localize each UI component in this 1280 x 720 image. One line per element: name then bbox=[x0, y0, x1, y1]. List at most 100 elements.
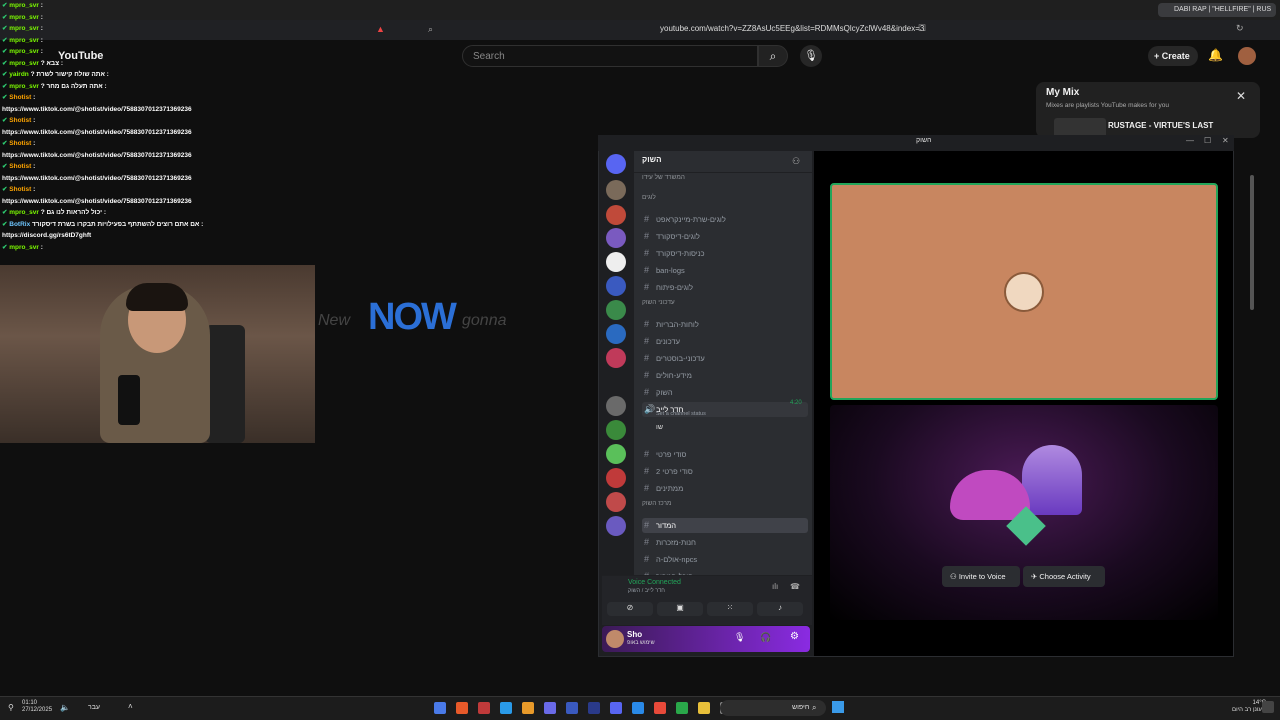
chat-username[interactable]: Shotist bbox=[9, 140, 31, 147]
chat-username[interactable]: yairdn bbox=[9, 71, 29, 78]
chat-username[interactable]: Shotist bbox=[9, 163, 31, 170]
channel-item[interactable]: # סודי פרטי 2 bbox=[642, 464, 808, 479]
server-icon-selected[interactable] bbox=[606, 396, 626, 416]
search-button[interactable]: ⌕ bbox=[758, 45, 788, 67]
chat-username[interactable]: Shotist bbox=[9, 117, 31, 124]
channel-category[interactable]: לוגים bbox=[642, 194, 656, 201]
server-icon-1[interactable] bbox=[606, 180, 626, 200]
chat-username[interactable]: mpro_svr bbox=[9, 37, 39, 44]
channel-category[interactable]: מרכז השוק bbox=[642, 500, 671, 507]
create-button[interactable]: + Create bbox=[1148, 46, 1198, 66]
soundboard-button[interactable]: ♪ bbox=[757, 602, 803, 616]
server-icon-5[interactable] bbox=[606, 276, 626, 296]
server-icon-13[interactable] bbox=[606, 516, 626, 536]
server-icon-3[interactable] bbox=[606, 228, 626, 248]
activities-button[interactable]: ⁙ bbox=[707, 602, 753, 616]
channel-item[interactable]: # מידע-חולים bbox=[642, 368, 808, 383]
voice-connected-label[interactable]: Voice Connected bbox=[628, 579, 681, 586]
taskbar-app-icon[interactable] bbox=[456, 702, 468, 714]
taskbar-app-icon[interactable] bbox=[654, 702, 666, 714]
taskbar-app-icon[interactable] bbox=[566, 702, 578, 714]
maximize-icon[interactable]: ☐ bbox=[1204, 136, 1211, 145]
channel-item[interactable]: # כניסות-דיסקורד bbox=[642, 246, 808, 261]
server-icon-9[interactable] bbox=[606, 420, 626, 440]
zoom-icon[interactable]: ⌕ bbox=[428, 24, 433, 35]
voice-user[interactable]: שו bbox=[656, 424, 663, 431]
language-indicator[interactable]: עבר bbox=[88, 704, 100, 711]
search-input[interactable]: Search bbox=[462, 45, 758, 67]
screenshare-button[interactable]: ▣ bbox=[657, 602, 703, 616]
channel-item[interactable]: # לוגים-פיתוח bbox=[642, 280, 808, 295]
server-icon-home[interactable] bbox=[606, 154, 626, 174]
close-window-icon[interactable]: ✕ bbox=[1222, 136, 1229, 145]
minimize-icon[interactable]: — bbox=[1186, 136, 1194, 145]
chat-username[interactable]: mpro_svr bbox=[9, 14, 39, 21]
close-icon[interactable]: ✕ bbox=[1236, 89, 1246, 103]
taskbar-app-icon[interactable] bbox=[698, 702, 710, 714]
user-name[interactable]: Sho bbox=[627, 630, 642, 639]
channel-category[interactable]: המשרד של עידו bbox=[642, 174, 685, 181]
server-icon-2[interactable] bbox=[606, 205, 626, 225]
notifications-icon[interactable]: 🔔 bbox=[1208, 48, 1223, 62]
channel-item[interactable]: # עדכונים bbox=[642, 334, 808, 349]
chat-username[interactable]: mpro_svr bbox=[9, 48, 39, 55]
noise-icon[interactable]: ılı bbox=[772, 582, 778, 591]
chat-username[interactable]: mpro_svr bbox=[9, 2, 39, 9]
reload-icon[interactable]: ↻ bbox=[1236, 23, 1244, 34]
channel-item[interactable]: # לוגים-דיסקורד bbox=[642, 229, 808, 244]
chat-username[interactable]: mpro_svr bbox=[9, 83, 39, 90]
mymix-item[interactable]: RUSTAGE - VIRTUE'S LAST bbox=[1108, 121, 1213, 130]
chat-username[interactable]: Shotist bbox=[9, 94, 31, 101]
taskbar-app-icon[interactable] bbox=[632, 702, 644, 714]
taskbar-app-icon[interactable] bbox=[588, 702, 600, 714]
camera-button[interactable]: ⊘ bbox=[607, 602, 653, 616]
server-icon-8[interactable] bbox=[606, 348, 626, 368]
channel-category[interactable]: עדכוני השוק bbox=[642, 299, 675, 306]
chevron-up-icon[interactable]: ˄ bbox=[128, 702, 133, 711]
chat-username[interactable]: mpro_svr bbox=[9, 60, 39, 67]
windows-start-icon[interactable] bbox=[832, 701, 844, 713]
browser-tab[interactable]: DABI RAP | "HELLFIRE" | RUS bbox=[1158, 3, 1276, 17]
avatar[interactable] bbox=[1238, 47, 1256, 65]
server-icon-4[interactable] bbox=[606, 252, 626, 272]
weather-widget[interactable]: 14°C מעונן רב היום bbox=[1232, 700, 1266, 714]
chat-username[interactable]: mpro_svr bbox=[9, 25, 39, 32]
mute-icon[interactable]: 🎙 bbox=[734, 632, 745, 643]
add-member-icon[interactable]: ⚇ bbox=[792, 156, 800, 167]
taskbar-app-icon[interactable] bbox=[434, 702, 446, 714]
channel-item[interactable]: # חנות-מזכרות bbox=[642, 535, 808, 550]
channel-item[interactable]: # לוגים-שרת-מיינקראפט bbox=[642, 212, 808, 227]
channel-item[interactable]: # ban-logs bbox=[642, 263, 808, 278]
server-icon-6[interactable] bbox=[606, 300, 626, 320]
voice-channel-status[interactable]: Set a channel status bbox=[656, 411, 706, 417]
disconnect-icon[interactable]: ☎ bbox=[790, 582, 800, 591]
chat-username[interactable]: mpro_svr bbox=[9, 244, 39, 251]
deafen-icon[interactable]: 🎧 bbox=[760, 632, 771, 643]
address-bar[interactable]: youtube.com/watch?v=ZZ8AsUc5EEg&list=RDM… bbox=[660, 24, 924, 33]
taskbar-app-icon[interactable] bbox=[522, 702, 534, 714]
chat-username[interactable]: BotRix bbox=[9, 221, 30, 228]
server-icon-11[interactable] bbox=[606, 468, 626, 488]
taskbar-app-icon[interactable] bbox=[610, 702, 622, 714]
invite-to-voice-button[interactable]: ⚇ Invite to Voice bbox=[942, 566, 1020, 587]
chat-username[interactable]: mpro_svr bbox=[9, 209, 39, 216]
choose-activity-button[interactable]: ✈ Choose Activity bbox=[1023, 566, 1105, 587]
volume-icon[interactable]: 🔈 bbox=[60, 703, 70, 712]
taskbar-app-icon[interactable] bbox=[544, 702, 556, 714]
taskbar-app-icon[interactable] bbox=[500, 702, 512, 714]
channel-item[interactable]: # סודי פרטי bbox=[642, 447, 808, 462]
channel-item[interactable]: # אולם-ה-npcs bbox=[642, 552, 808, 567]
mic-button[interactable]: 🎙 bbox=[800, 45, 822, 67]
settings-icon[interactable]: ⚙ bbox=[790, 631, 799, 642]
server-icon-7[interactable] bbox=[606, 324, 626, 344]
page-scrollbar[interactable] bbox=[1250, 175, 1254, 310]
channel-item[interactable]: # עדכוני-בוסטרים bbox=[642, 351, 808, 366]
channel-item[interactable]: # המדור bbox=[642, 518, 808, 533]
chat-username[interactable]: Shotist bbox=[9, 186, 31, 193]
channel-item[interactable]: # ממתינים bbox=[642, 481, 808, 496]
bookmark-icon[interactable]: ☐ bbox=[918, 23, 926, 34]
taskbar-app-icon[interactable] bbox=[676, 702, 688, 714]
taskbar-search[interactable]: חיפוש bbox=[720, 700, 826, 716]
channel-item[interactable]: # לוחות-הבריות bbox=[642, 317, 808, 332]
channel-item[interactable]: # השוק bbox=[642, 385, 808, 400]
